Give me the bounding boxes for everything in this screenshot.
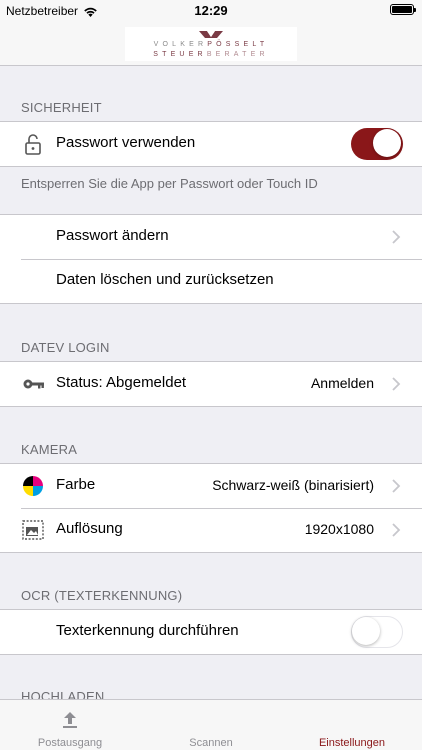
group-datev: Status: Abgemeldet Anmelden — [0, 361, 422, 407]
tab-label: Postausgang — [37, 737, 103, 749]
lock-icon — [25, 134, 41, 155]
chevron-right-icon — [392, 230, 401, 244]
section-header-security: SICHERHEIT — [21, 100, 102, 115]
section-header-datev: DATEV LOGIN — [21, 340, 110, 355]
status-bar: Netzbetreiber 12:29 — [0, 0, 422, 20]
reset-data-label: Daten löschen und zurücksetzen — [56, 271, 274, 288]
section-header-upload: HOCHLADEN — [21, 689, 105, 699]
camera-color-value: Schwarz-weiß (binarisiert) — [212, 477, 374, 493]
security-footer: Entsperren Sie die App per Passwort oder… — [21, 176, 318, 191]
tab-label: Scannen — [189, 737, 233, 749]
image-resolution-icon — [22, 520, 44, 540]
group-camera: Farbe Schwarz-weiß (binarisiert) Auflösu… — [0, 463, 422, 553]
use-password-cell[interactable]: Passwort verwenden — [0, 122, 422, 166]
nav-bar: VOLKERPÖSSELT STEUERBERATER — [0, 20, 422, 66]
section-header-ocr: OCR (TEXTERKENNUNG) — [21, 588, 183, 603]
group-security-toggle: Passwort verwenden — [0, 121, 422, 167]
key-icon — [23, 379, 44, 389]
section-header-camera: KAMERA — [21, 442, 78, 457]
color-wheel-icon — [23, 476, 43, 496]
tab-einstellungen[interactable]: Einstellungen — [282, 700, 422, 750]
datev-status-cell[interactable]: Status: Abgemeldet Anmelden — [0, 362, 422, 406]
brand-logo: VOLKERPÖSSELT STEUERBERATER — [125, 27, 297, 61]
camera-resolution-value: 1920x1080 — [304, 521, 374, 537]
tab-postausgang[interactable]: Postausgang — [0, 700, 140, 750]
datev-status-label: Status: Abgemeldet — [56, 374, 187, 391]
run-ocr-label: Texterkennung durchführen — [56, 622, 239, 639]
upload-icon — [63, 712, 77, 728]
logo-line-1: VOLKERPÖSSELT — [153, 41, 269, 48]
tab-bar: Postausgang Scannen Einstellungen — [0, 699, 422, 750]
datev-login-value: Anmelden — [310, 375, 374, 391]
logo-line-2: STEUERBERATER — [153, 51, 269, 58]
settings-list[interactable]: SICHERHEIT Passwort verwenden Entsperren… — [0, 66, 422, 699]
change-password-label: Passwort ändern — [56, 227, 169, 244]
logo-mark-icon — [199, 31, 223, 38]
battery-icon — [390, 4, 416, 15]
chevron-right-icon — [392, 479, 401, 493]
change-password-cell[interactable]: Passwort ändern — [0, 215, 422, 259]
run-ocr-switch[interactable] — [351, 616, 403, 648]
group-security-actions: Passwort ändern Daten löschen und zurück… — [0, 214, 422, 304]
tab-label: Einstellungen — [318, 737, 386, 749]
use-password-switch[interactable] — [351, 128, 403, 160]
use-password-label: Passwort verwenden — [56, 134, 196, 151]
camera-color-cell[interactable]: Farbe Schwarz-weiß (binarisiert) — [0, 464, 422, 508]
camera-resolution-cell[interactable]: Auflösung 1920x1080 — [0, 508, 422, 552]
group-ocr: Texterkennung durchführen — [0, 609, 422, 655]
tab-scannen[interactable]: Scannen — [141, 700, 281, 750]
status-time: 12:29 — [194, 3, 228, 18]
reset-data-cell[interactable]: Daten löschen und zurücksetzen — [0, 259, 422, 303]
chevron-right-icon — [392, 523, 401, 537]
camera-color-label: Farbe — [56, 476, 96, 493]
status-right — [390, 4, 416, 15]
chevron-right-icon — [392, 377, 401, 391]
run-ocr-cell[interactable]: Texterkennung durchführen — [0, 610, 422, 654]
camera-resolution-label: Auflösung — [56, 520, 123, 537]
